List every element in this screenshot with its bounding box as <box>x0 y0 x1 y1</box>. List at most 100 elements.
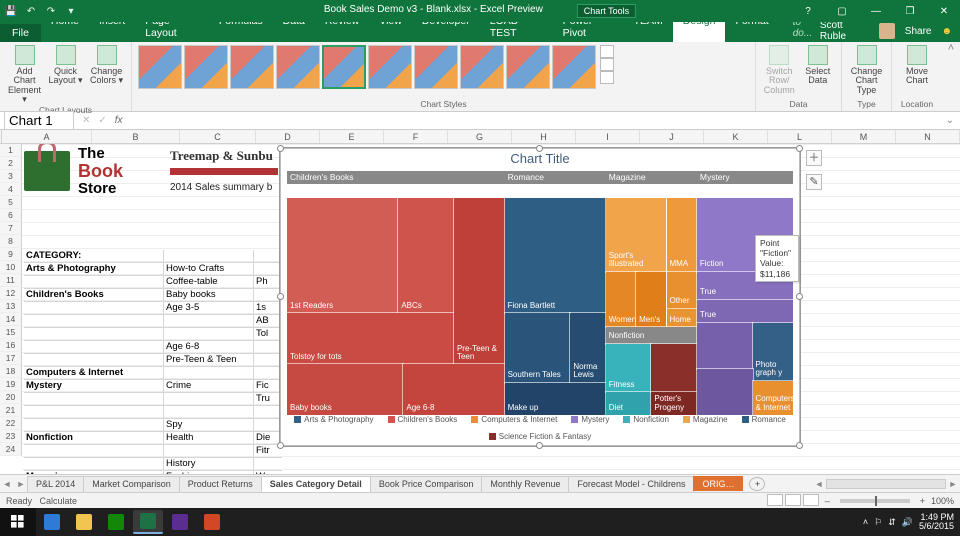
sheet-tab[interactable]: Book Price Comparison <box>370 476 483 492</box>
table-row[interactable]: CATEGORY: <box>24 250 282 263</box>
tray-up-icon[interactable]: ˄ <box>863 517 868 527</box>
sheet-tab[interactable]: Market Comparison <box>83 476 180 492</box>
table-row[interactable]: Age 3-51s <box>24 302 282 315</box>
treemap-category-header[interactable]: Children's Books <box>287 171 505 184</box>
legend-item[interactable]: Computers & Internet <box>471 415 557 424</box>
treemap-cell[interactable]: Nonfiction <box>606 327 697 343</box>
treemap-cell[interactable]: Computers & Internet <box>753 381 793 416</box>
table-row[interactable]: Coffee-tablePh <box>24 276 282 289</box>
change-chart-type-button[interactable]: Change Chart Type <box>848 45 885 95</box>
row-headers[interactable]: 123456789101112131415161718192021222324 <box>0 144 22 456</box>
column-header[interactable]: H <box>512 130 576 143</box>
tray-flag-icon[interactable]: ⚐ <box>874 517 882 528</box>
new-sheet-button[interactable]: + <box>749 477 765 491</box>
treemap-cell[interactable] <box>697 323 753 369</box>
move-chart-button[interactable]: Move Chart <box>898 45 936 86</box>
sheet-tab[interactable]: Monthly Revenue <box>481 476 569 492</box>
worksheet-grid[interactable]: 123456789101112131415161718192021222324 … <box>0 144 960 474</box>
change-colors-button[interactable]: Change Colors ▾ <box>88 45 125 86</box>
name-box[interactable] <box>4 111 74 130</box>
table-row[interactable] <box>24 406 282 419</box>
zoom-level[interactable]: 100% <box>931 496 954 506</box>
sheet-tab[interactable]: Sales Category Detail <box>261 476 371 492</box>
table-row[interactable]: History <box>24 458 282 471</box>
chart-styles-button[interactable]: ✎ <box>806 174 822 190</box>
treemap-cell[interactable]: Potter's Progeny <box>651 392 697 415</box>
table-row[interactable]: Pre-Teen & Teen <box>24 354 282 367</box>
column-header[interactable]: E <box>320 130 384 143</box>
cancel-fx-icon[interactable]: ✕ <box>78 115 94 126</box>
treemap-cell[interactable]: Diet <box>606 392 652 415</box>
treemap-cell[interactable]: Men's <box>636 272 666 327</box>
treemap-cell[interactable]: MMA <box>667 198 697 272</box>
column-header[interactable]: D <box>256 130 320 143</box>
file-tab[interactable]: File <box>0 24 41 42</box>
legend-item[interactable]: Arts & Photography <box>294 415 373 424</box>
treemap-plot-area[interactable]: Children's BooksRomanceMagazineMystery1s… <box>287 171 793 417</box>
tabscroll-left-icon[interactable]: ◄ <box>0 479 14 489</box>
sheet-tab[interactable]: P&L 2014 <box>27 476 84 492</box>
legend-item[interactable]: Magazine <box>683 415 728 424</box>
treemap-cell[interactable]: Women's <box>606 272 636 327</box>
table-row[interactable]: Spy <box>24 419 282 432</box>
window-close[interactable]: ✕ <box>932 6 956 17</box>
enter-fx-icon[interactable]: ✓ <box>94 115 110 126</box>
column-header[interactable]: A <box>2 130 92 143</box>
add-chart-element-button[interactable]: Add Chart Element ▾ <box>6 45 43 105</box>
legend-item[interactable]: Children's Books <box>388 415 458 424</box>
treemap-category-header[interactable]: Magazine <box>606 171 697 184</box>
sheet-tab[interactable]: Forecast Model - Childrens <box>568 476 694 492</box>
treemap-cell[interactable]: Fiona Bartlett <box>505 198 606 314</box>
chart-elements-button[interactable]: ＋ <box>806 150 822 166</box>
qa-customize-icon[interactable]: ▾ <box>64 4 78 18</box>
column-header[interactable]: M <box>832 130 896 143</box>
taskbar-excel-icon[interactable] <box>133 510 163 534</box>
chart-styles-gallery[interactable] <box>138 45 596 89</box>
treemap-cell[interactable] <box>651 344 697 393</box>
treemap-cell[interactable]: Pre-Teen & Teen <box>454 198 505 364</box>
legend-item[interactable]: Romance <box>742 415 786 424</box>
tray-network-icon[interactable]: ⇵ <box>888 517 896 528</box>
table-row[interactable]: Arts & PhotographyHow-to Crafts <box>24 263 282 276</box>
formula-expand-icon[interactable]: ⌄ <box>940 115 960 126</box>
taskbar-ie-icon[interactable] <box>37 510 67 534</box>
treemap-cell[interactable]: ABCs <box>398 198 454 314</box>
hscroll-right-icon[interactable]: ► <box>946 479 960 489</box>
treemap-cell[interactable]: True <box>697 300 793 323</box>
category-table[interactable]: CATEGORY:Arts & PhotographyHow-to Crafts… <box>24 250 282 474</box>
window-restore[interactable]: ❐ <box>898 6 922 17</box>
treemap-chart[interactable]: Chart Title Children's BooksRomanceMagaz… <box>280 148 800 446</box>
column-header[interactable]: L <box>768 130 832 143</box>
chart-legend[interactable]: Arts & Photography Children's Books Comput… <box>281 415 799 441</box>
legend-item[interactable]: Mystery <box>571 415 609 424</box>
treemap-cell[interactable]: Fitness <box>606 344 652 393</box>
table-row[interactable]: AB <box>24 315 282 328</box>
share-button[interactable]: Share <box>905 26 932 37</box>
table-row[interactable]: Computers & Internet <box>24 367 282 380</box>
ribbon-help-icon[interactable]: ? <box>796 6 820 17</box>
treemap-cell[interactable]: Other <box>667 272 697 309</box>
treemap-category-header[interactable]: Mystery <box>697 171 793 184</box>
table-row[interactable]: Tru <box>24 393 282 406</box>
system-clock[interactable]: 1:49 PM5/6/2015 <box>919 513 954 532</box>
qa-save-icon[interactable]: 💾 <box>4 4 18 18</box>
qa-undo-icon[interactable]: ↶ <box>24 4 38 18</box>
legend-item[interactable]: Science Fiction & Fantasy <box>489 432 591 441</box>
table-row[interactable]: MysteryCrimeFic <box>24 380 282 393</box>
hscroll-left-icon[interactable]: ◄ <box>812 479 826 489</box>
column-headers[interactable]: ABCDEFGHIJKLMN <box>0 130 960 144</box>
user-avatar-icon[interactable] <box>879 23 894 39</box>
treemap-category-header[interactable]: Romance <box>505 171 606 184</box>
view-buttons[interactable] <box>765 494 819 508</box>
column-header[interactable]: J <box>640 130 704 143</box>
sheet-tab-overflow[interactable]: ORIG… <box>693 476 743 491</box>
treemap-cell[interactable]: Sport's Illustrated <box>606 198 667 272</box>
quick-layout-button[interactable]: Quick Layout ▾ <box>47 45 84 86</box>
table-row[interactable]: Children's BooksBaby books <box>24 289 282 302</box>
treemap-cell[interactable]: Make up <box>505 383 606 415</box>
select-data-button[interactable]: Select Data <box>801 45 836 86</box>
taskbar-ppt-icon[interactable] <box>197 510 227 534</box>
fx-icon[interactable]: fx <box>111 115 127 126</box>
column-header[interactable]: F <box>384 130 448 143</box>
window-minimize[interactable]: — <box>864 6 888 17</box>
